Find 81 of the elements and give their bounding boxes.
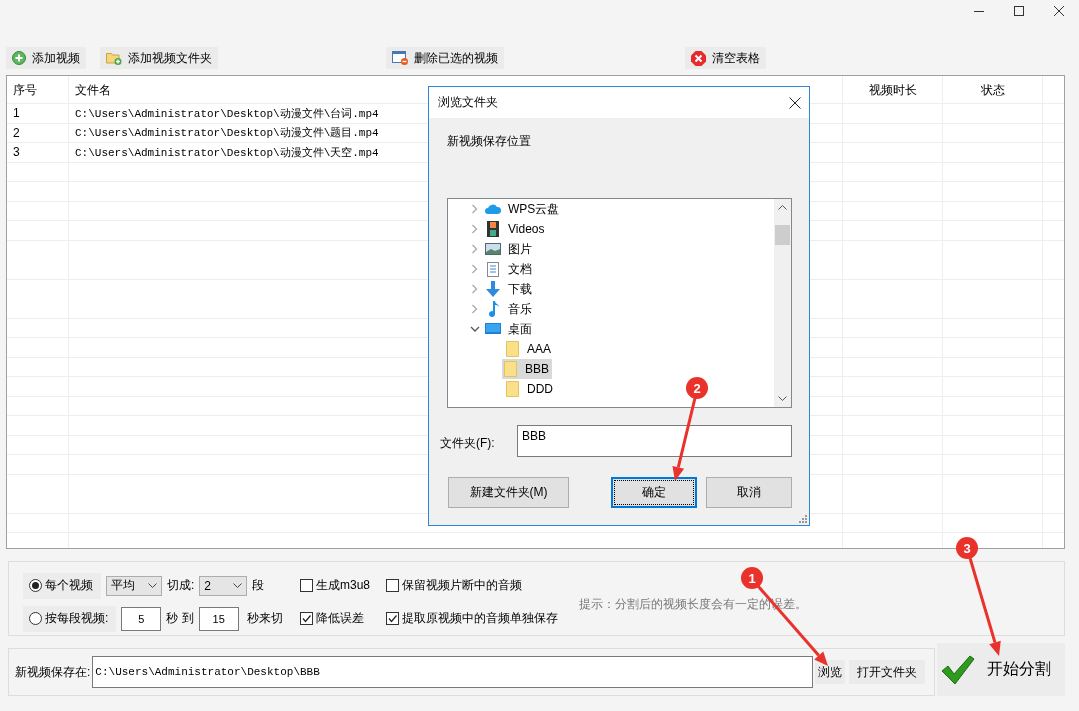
- open-folder-button[interactable]: 打开文件夹: [849, 660, 926, 684]
- tree-item[interactable]: WPS云盘: [505, 199, 563, 220]
- toolbar-button[interactable]: 添加视频: [6, 47, 86, 69]
- checkbox-label: 降低误差: [316, 610, 364, 627]
- tree-item[interactable]: DDD: [524, 380, 556, 398]
- window-minus-icon: [392, 51, 408, 65]
- segments-dropdown[interactable]: 2: [199, 575, 248, 596]
- close-octagon-icon: [691, 50, 706, 66]
- tree-item[interactable]: 桌面: [505, 318, 535, 340]
- tree-item[interactable]: AAA: [524, 340, 554, 358]
- film-icon: [487, 221, 499, 237]
- tree-item[interactable]: 图片: [505, 238, 535, 260]
- dialog-button[interactable]: 取消: [706, 477, 792, 508]
- mode-radio[interactable]: 按每段视频:: [23, 605, 117, 632]
- segment-unit: 段: [252, 577, 265, 594]
- folder-icon: [504, 361, 518, 377]
- scroll-down-icon[interactable]: [778, 396, 787, 401]
- checkbox-label: 保留视频片断中的音频: [402, 577, 522, 594]
- scroll-up-icon[interactable]: [778, 205, 787, 210]
- chevron-down-icon[interactable]: [470, 325, 480, 333]
- table-cell-text: C:\Users\Administrator\Desktop\动漫文件\天空.mp4: [75, 145, 379, 160]
- folder-plus-icon: [106, 51, 122, 65]
- range-unit: 秒来切: [246, 610, 283, 627]
- annotation-badge: 3: [956, 537, 978, 559]
- checkbox-label: 提取原视频中的音频单独保存: [402, 610, 558, 627]
- download-icon: [486, 281, 500, 297]
- toolbar-button[interactable]: 添加视频文件夹: [100, 47, 218, 69]
- save-label: 新视频保存在:: [15, 663, 91, 681]
- checkbox[interactable]: [300, 612, 313, 625]
- range-to-field[interactable]: 15: [198, 606, 239, 631]
- caret-icon: [148, 583, 157, 588]
- maximize-icon[interactable]: [1014, 6, 1024, 16]
- checkbox[interactable]: [386, 612, 399, 625]
- column-header[interactable]: 视频时长: [868, 82, 917, 99]
- document-icon: [487, 261, 499, 277]
- toolbar-button[interactable]: 清空表格: [685, 47, 766, 69]
- method-dropdown[interactable]: 平均: [106, 575, 162, 596]
- checkmark-icon: [941, 654, 975, 685]
- column-header[interactable]: 状态: [980, 82, 1005, 99]
- monitor-icon: [485, 323, 501, 335]
- cloud-icon: [485, 203, 501, 215]
- checkbox[interactable]: [300, 579, 313, 592]
- column-header[interactable]: 文件名: [75, 82, 111, 99]
- music-note-icon: [487, 301, 499, 317]
- table-cell: 2: [13, 125, 20, 140]
- range-from-field[interactable]: 5: [121, 606, 162, 631]
- table-cell-text: C:\Users\Administrator\Desktop\动漫文件\台词.mp4: [75, 106, 379, 121]
- folder-field[interactable]: BBB: [517, 425, 792, 457]
- folder-label: 文件夹(F):: [440, 435, 495, 452]
- browse-button[interactable]: 浏览: [815, 660, 846, 684]
- picture-icon: [485, 243, 501, 255]
- tree-item[interactable]: 音乐: [505, 298, 535, 320]
- dialog-prompt: 新视频保存位置: [447, 133, 531, 150]
- range-separator: 秒 到: [166, 610, 194, 627]
- mode-radio[interactable]: 每个视频: [23, 572, 101, 599]
- tree-item[interactable]: Videos: [505, 220, 548, 238]
- tree-item[interactable]: 下载: [505, 278, 535, 300]
- table-cell: 3: [13, 145, 20, 160]
- column-header[interactable]: 序号: [13, 82, 37, 99]
- caret-icon: [233, 583, 243, 588]
- resize-grip-icon[interactable]: [799, 515, 807, 523]
- checkbox-label: 生成m3u8: [316, 577, 371, 594]
- dialog-title: 浏览文件夹: [438, 94, 498, 111]
- folder-icon: [505, 341, 519, 357]
- folder-icon: [505, 381, 519, 397]
- start-button[interactable]: 开始分割: [937, 643, 1065, 696]
- dialog-button[interactable]: 新建文件夹(M): [448, 477, 569, 508]
- scrollbar[interactable]: [774, 199, 791, 407]
- close-icon[interactable]: [789, 96, 801, 109]
- table-cell: 1: [13, 106, 20, 121]
- scroll-thumb[interactable]: [775, 225, 790, 245]
- tree-item[interactable]: 文档: [505, 258, 535, 280]
- table-cell-text: C:\Users\Administrator\Desktop\动漫文件\题目.mp4: [75, 126, 379, 141]
- checkbox[interactable]: [386, 579, 399, 592]
- save-path-field[interactable]: C:\Users\Administrator\Desktop\BBB: [92, 656, 814, 688]
- annotation-badge: 1: [741, 567, 763, 589]
- plus-circle-icon: [12, 51, 26, 65]
- cut-label: 切成:: [167, 577, 195, 594]
- close-icon[interactable]: [1054, 6, 1064, 16]
- toolbar-button[interactable]: 删除已选的视频: [386, 47, 504, 69]
- dialog-button[interactable]: 确定: [611, 477, 697, 508]
